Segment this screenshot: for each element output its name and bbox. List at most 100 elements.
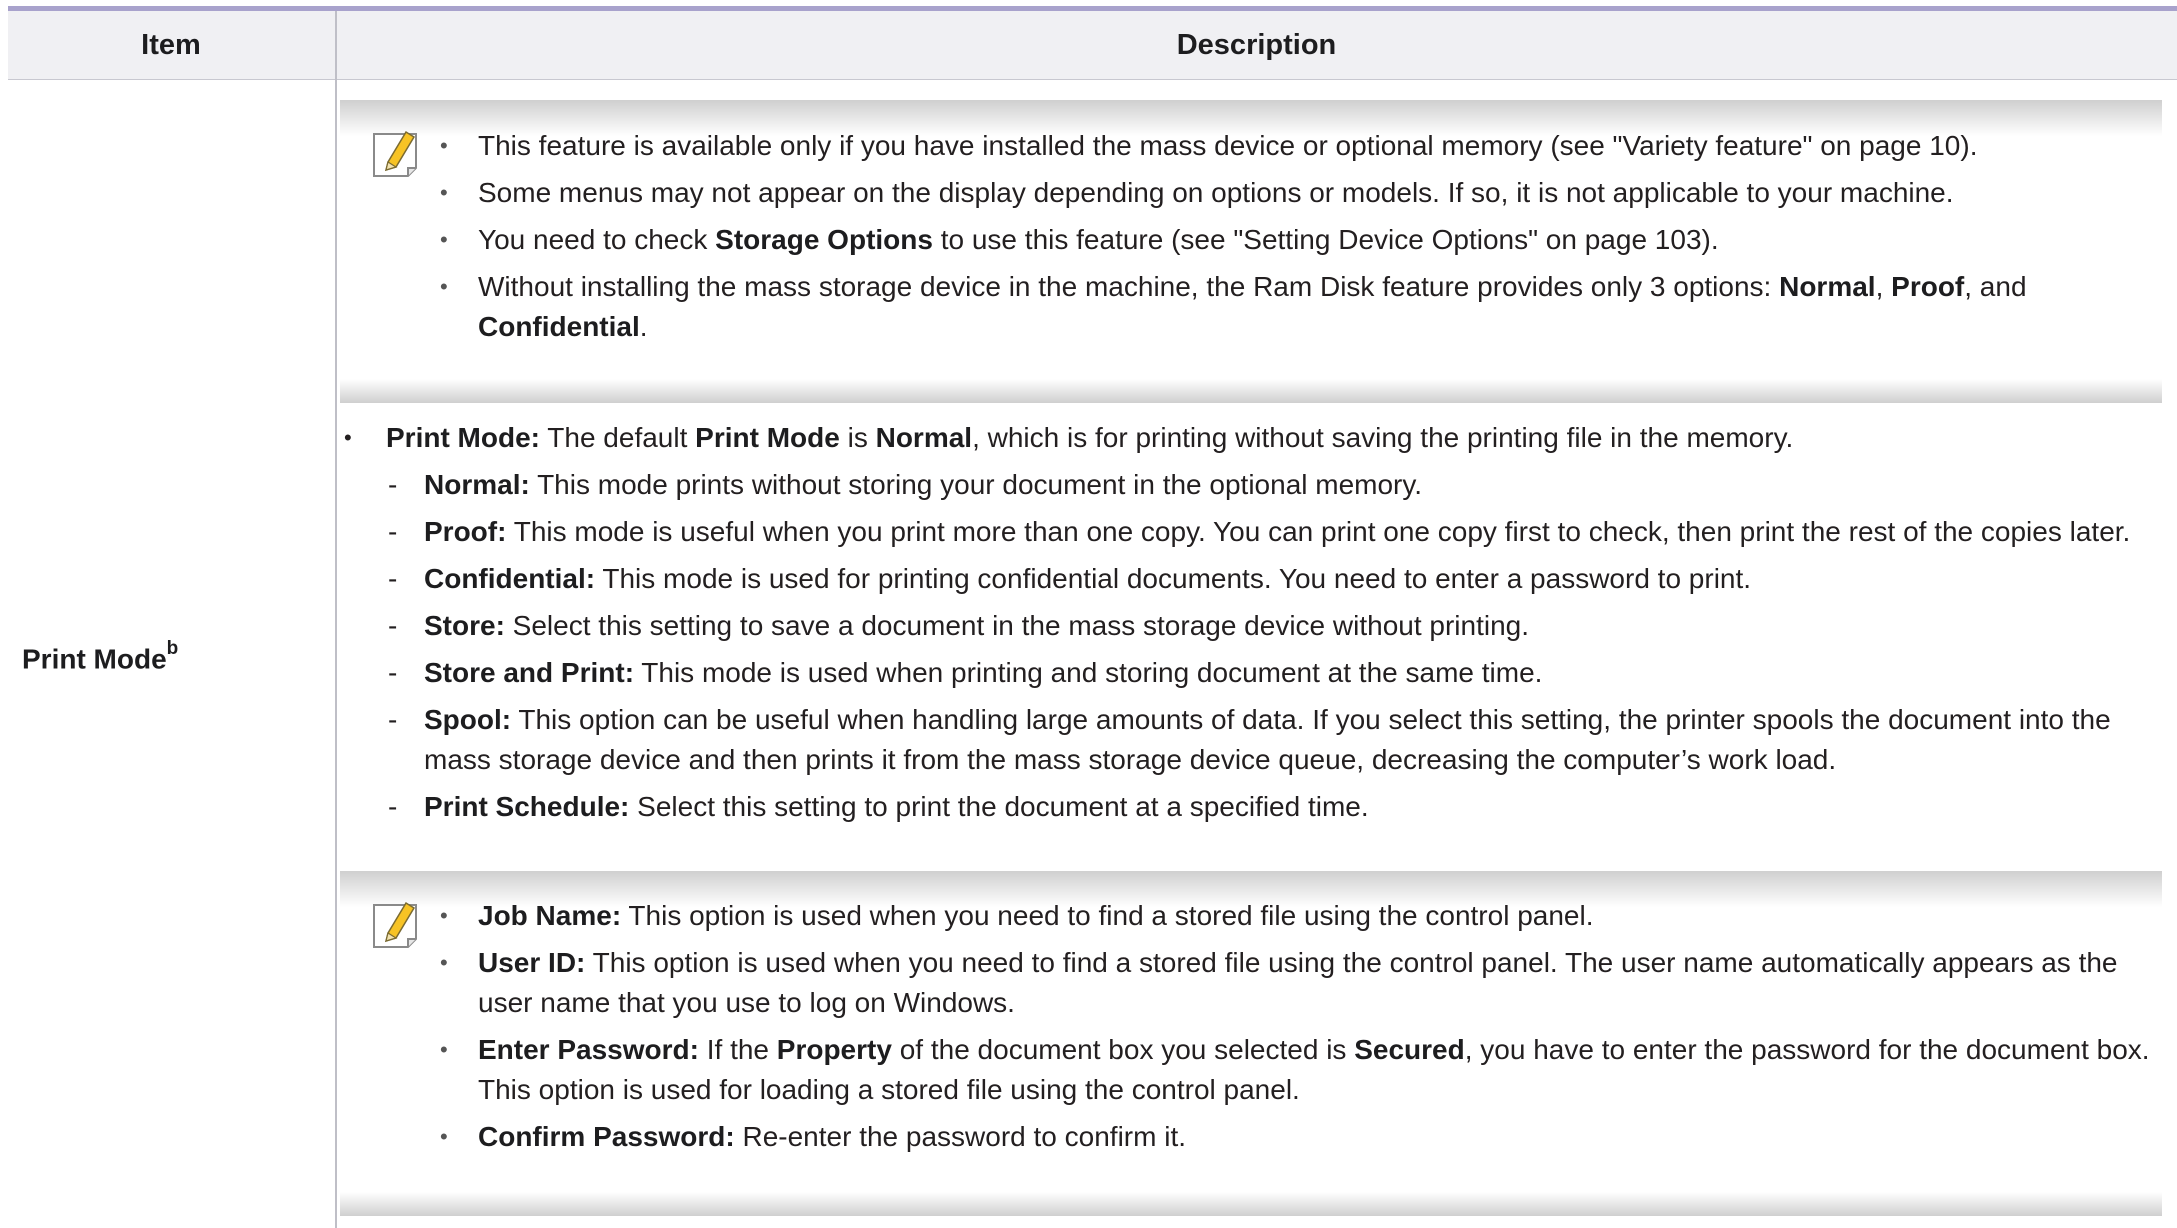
bold-term: Normal: [1779, 271, 1876, 302]
bold-term: Storage Options: [715, 224, 933, 255]
print-mode-list: • Print Mode: The default Print Mode is N…: [340, 418, 2162, 834]
option-description: This mode prints without storing your do…: [529, 469, 1423, 500]
item-print-mode: Print Modeb: [22, 638, 178, 675]
text-run: , which is for printing without saving t…: [972, 422, 1794, 453]
bullet: •: [440, 180, 448, 205]
text-run: .: [639, 311, 648, 342]
dash-marker: -: [388, 563, 398, 594]
note-box-1: • This feature is available only if you …: [340, 100, 2162, 403]
bold-term: Property: [776, 1034, 892, 1065]
option-label: Confidential:: [424, 563, 596, 594]
dash-marker: -: [388, 610, 398, 641]
option-label: Store and Print:: [424, 657, 635, 688]
print-mode-option: - Confidential: This mode is used for pri…: [340, 559, 2162, 599]
note-bullet-item: • You need to check Storage Options to us…: [440, 220, 2152, 260]
header-item: Item: [141, 28, 201, 61]
bold-term: Confirm Password:: [478, 1121, 735, 1152]
bullet: •: [440, 274, 448, 299]
bold-term: Print Mode: [695, 422, 840, 453]
note-shade-bottom: [340, 1192, 2162, 1216]
bold-term: User ID:: [478, 947, 586, 978]
option-description: This option can be useful when handling …: [424, 704, 2111, 775]
bold-term: Secured: [1354, 1034, 1465, 1065]
note-bullet-item: • Enter Password: If the Property of the …: [440, 1030, 2152, 1110]
bullet: •: [440, 133, 448, 158]
footnote-marker: b: [166, 638, 179, 659]
note-bullet-text: Enter Password: If the Property of the d…: [478, 1034, 2150, 1105]
header-description: Description: [1176, 28, 1337, 61]
note-bullet-text: Some menus may not appear on the display…: [478, 177, 1954, 208]
bullet: •: [440, 1124, 448, 1149]
bold-term: Proof: [1891, 271, 1965, 302]
print-mode-option: - Store and Print: This mode is used when…: [340, 653, 2162, 693]
print-mode-option: - Spool: This option can be useful when h…: [340, 700, 2162, 780]
note-bullet-item: • Some menus may not appear on the displa…: [440, 173, 2152, 213]
dash-marker: -: [388, 516, 398, 547]
option-label: Normal:: [424, 469, 530, 500]
text-run: This option is used when you need to fin…: [478, 947, 2118, 1018]
note-bullet-item: • Job Name: This option is used when you …: [440, 896, 2152, 936]
bold-term: Print Mode:: [386, 422, 540, 453]
print-mode-option: - Proof: This mode is useful when you pri…: [340, 512, 2162, 552]
print-mode-option: - Print Schedule: Select this setting to …: [340, 787, 2162, 827]
dash-marker: -: [388, 657, 398, 688]
option-description: This mode is used for printing confident…: [595, 563, 1752, 594]
text-run: You need to check: [478, 224, 716, 255]
item-label: Print Mode: [22, 643, 167, 675]
dash-marker: -: [388, 791, 398, 822]
option-label: Proof:: [424, 516, 507, 547]
bullet: •: [440, 950, 448, 975]
text-run: to use this feature (see "Setting Device…: [932, 224, 1719, 255]
note-bullet-item: • Without installing the mass storage dev…: [440, 267, 2152, 347]
bullet: •: [440, 903, 448, 928]
note-1-list: • This feature is available only if you …: [440, 126, 2152, 354]
option-description: This mode is used when printing and stor…: [634, 657, 1543, 688]
option-description: Select this setting to print the documen…: [629, 791, 1369, 822]
print-mode-intro: • Print Mode: The default Print Mode is N…: [340, 418, 2162, 458]
text-run: ,: [1875, 271, 1892, 302]
note-2-list: • Job Name: This option is used when you …: [440, 896, 2152, 1164]
note-shade-bottom: [340, 379, 2162, 403]
bullet: •: [440, 1037, 448, 1062]
note-box-2: • Job Name: This option is used when you …: [340, 871, 2162, 1216]
print-mode-option: - Normal: This mode prints without storin…: [340, 465, 2162, 505]
text-run: , and: [1964, 271, 2027, 302]
dash-marker: -: [388, 469, 398, 500]
text-run: This option is used when you need to fin…: [621, 900, 1594, 931]
text-run: is: [839, 422, 876, 453]
note-bullet-text: User ID: This option is used when you ne…: [478, 947, 2118, 1018]
text-run: Re-enter the password to confirm it.: [734, 1121, 1186, 1152]
print-mode-intro-text: Print Mode: The default Print Mode is No…: [386, 422, 1793, 453]
text-run: Without installing the mass storage devi…: [478, 271, 1780, 302]
note-bullet-text: You need to check Storage Options to use…: [478, 224, 1719, 255]
print-mode-options: - Normal: This mode prints without storin…: [340, 465, 2162, 827]
text-run: If the: [698, 1034, 777, 1065]
text-run: of the document box you selected is: [891, 1034, 1355, 1065]
bullet: •: [440, 227, 448, 252]
option-description: This mode is useful when you print more …: [506, 516, 2131, 547]
note-bullet-text: Without installing the mass storage devi…: [478, 271, 2027, 342]
bullet: •: [344, 425, 352, 450]
note-bullet-item: • This feature is available only if you …: [440, 126, 2152, 166]
note-bullet-text: Job Name: This option is used when you n…: [478, 900, 1594, 931]
option-description: Select this setting to save a document i…: [504, 610, 1530, 641]
text-run: Some menus may not appear on the display…: [478, 177, 1954, 208]
bold-term: Confidential: [478, 311, 640, 342]
option-label: Spool:: [424, 704, 512, 735]
note-bullet-item: • Confirm Password: Re-enter the password…: [440, 1117, 2152, 1157]
dash-marker: -: [388, 704, 398, 735]
option-label: Store:: [424, 610, 505, 641]
bold-term: Job Name:: [478, 900, 622, 931]
print-mode-option: - Store: Select this setting to save a do…: [340, 606, 2162, 646]
bold-term: Enter Password:: [478, 1034, 699, 1065]
note-pencil-icon: [370, 897, 420, 953]
option-label: Print Schedule:: [424, 791, 630, 822]
bold-term: Normal: [875, 422, 973, 453]
note-bullet-text: Confirm Password: Re-enter the password …: [478, 1121, 1186, 1152]
table-header-row: Item Description: [8, 11, 2177, 80]
note-pencil-icon: [370, 126, 420, 182]
note-bullet-item: • User ID: This option is used when you n…: [440, 943, 2152, 1023]
text-run: This feature is available only if you ha…: [478, 130, 1978, 161]
text-run: The default: [540, 422, 696, 453]
document-page: Item Description Print Modeb • This feat…: [0, 0, 2177, 1228]
